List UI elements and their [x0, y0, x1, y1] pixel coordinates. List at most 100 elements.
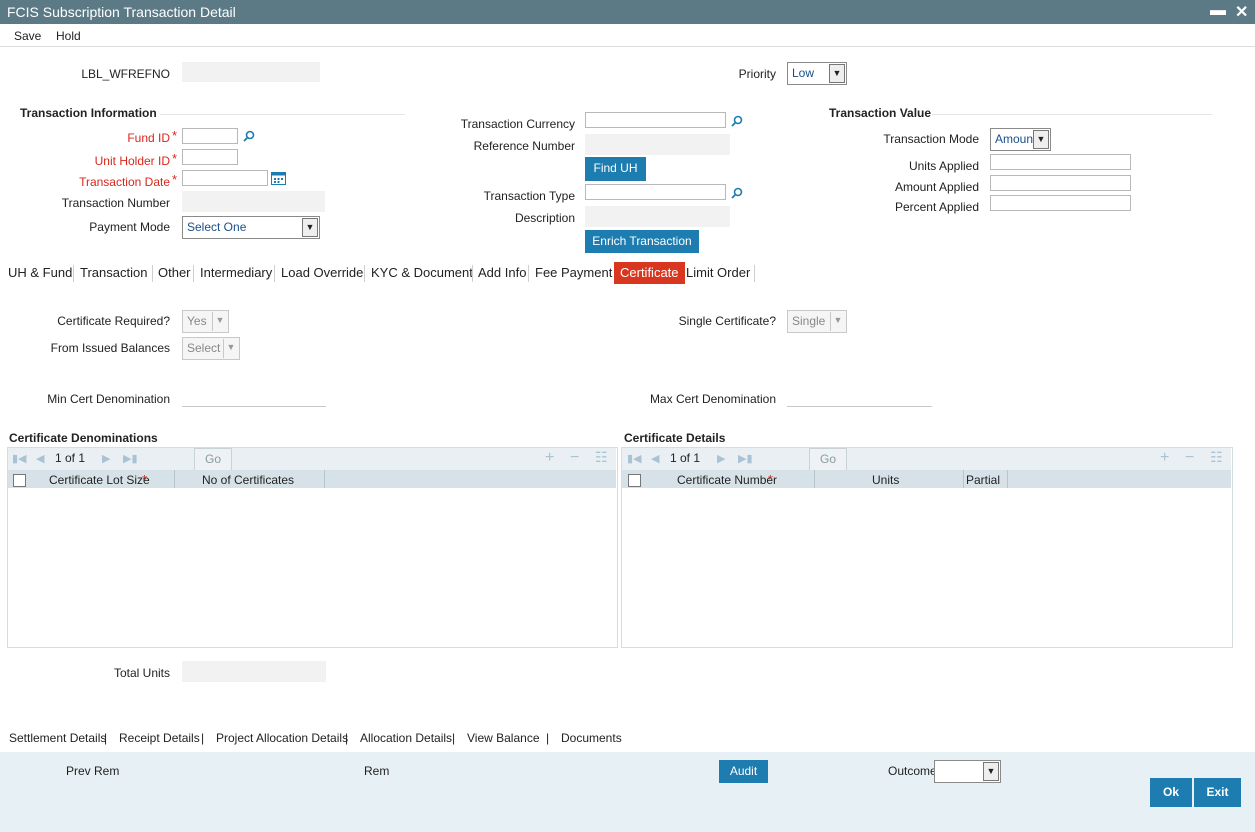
- wfrefno-label: LBL_WFREFNO: [81, 67, 170, 81]
- select-all-checkbox[interactable]: [13, 474, 26, 487]
- reference-number-label: Reference Number: [473, 139, 575, 153]
- link-view-balance[interactable]: View Balance: [467, 731, 540, 745]
- payment-mode-select[interactable]: Select One ▼: [182, 216, 320, 239]
- denominations-page-indicator: 1 of 1: [55, 451, 86, 465]
- denominations-go-button[interactable]: Go: [194, 448, 232, 471]
- enrich-transaction-button[interactable]: Enrich Transaction: [585, 230, 699, 253]
- magnifier-icon[interactable]: [731, 115, 743, 127]
- link-settlement-details[interactable]: Settlement Details: [9, 731, 106, 745]
- ok-button[interactable]: Ok: [1150, 778, 1192, 807]
- col-partial: Partial: [966, 473, 1001, 487]
- hold-menu[interactable]: Hold: [56, 29, 81, 43]
- priority-select[interactable]: Low ▼: [787, 62, 847, 85]
- menu-bar: Save Hold: [0, 24, 1255, 47]
- calendar-icon[interactable]: [271, 171, 286, 185]
- chevron-down-icon: ▼: [829, 64, 845, 83]
- details-go-button[interactable]: Go: [809, 448, 847, 471]
- tab-intermediary[interactable]: Intermediary: [200, 262, 272, 284]
- find-uh-button[interactable]: Find UH: [585, 157, 646, 181]
- next-page-icon[interactable]: ▶: [102, 452, 110, 465]
- tab-transaction[interactable]: Transaction: [80, 262, 147, 284]
- denominations-toolbar: [8, 448, 616, 470]
- fund-id-input[interactable]: [182, 128, 238, 144]
- required-mark: *: [142, 472, 148, 487]
- first-page-icon[interactable]: ▮◀: [627, 452, 642, 465]
- grid-settings-icon[interactable]: ☷: [1210, 449, 1223, 466]
- certificate-required-select[interactable]: Yes ▼: [182, 310, 229, 333]
- remove-row-icon[interactable]: −: [570, 449, 579, 467]
- audit-button[interactable]: Audit: [719, 760, 768, 783]
- link-receipt-details[interactable]: Receipt Details: [119, 731, 200, 745]
- link-separator: |: [452, 731, 456, 745]
- column-divider: [963, 470, 964, 488]
- units-applied-label: Units Applied: [908, 159, 979, 173]
- add-row-icon[interactable]: +: [1160, 449, 1169, 467]
- tab-other[interactable]: Other: [158, 262, 191, 284]
- certificate-required-value: Yes: [187, 314, 207, 328]
- outcome-select[interactable]: ▼: [934, 760, 1001, 783]
- first-page-icon[interactable]: ▮◀: [12, 452, 27, 465]
- description-label: Description: [514, 211, 575, 225]
- description-field[interactable]: [585, 206, 730, 227]
- tab-certificate[interactable]: Certificate: [614, 262, 685, 284]
- tab-fee-payment[interactable]: Fee Payment: [535, 262, 612, 284]
- last-page-icon[interactable]: ▶▮: [123, 452, 138, 465]
- reference-number-field[interactable]: [585, 134, 730, 155]
- min-cert-denomination-field[interactable]: [182, 406, 326, 407]
- window-title: FCIS Subscription Transaction Detail: [7, 4, 236, 20]
- next-page-icon[interactable]: ▶: [717, 452, 725, 465]
- single-certificate-select[interactable]: Single ▼: [787, 310, 847, 333]
- link-allocation-details[interactable]: Allocation Details: [360, 731, 452, 745]
- min-cert-denomination-label: Min Cert Denomination: [47, 392, 170, 406]
- tab-separator: [754, 265, 755, 282]
- magnifier-icon[interactable]: [243, 130, 255, 142]
- percent-applied-input[interactable]: [990, 195, 1131, 211]
- rem-label: Rem: [364, 764, 390, 778]
- grid-settings-icon[interactable]: ☷: [595, 449, 608, 466]
- remove-row-icon[interactable]: −: [1185, 449, 1194, 467]
- tab-load-override[interactable]: Load Override: [281, 262, 363, 284]
- prev-page-icon[interactable]: ◀: [651, 452, 659, 465]
- col-certificate-lot-size: Certificate Lot Size: [49, 473, 150, 487]
- last-page-icon[interactable]: ▶▮: [738, 452, 753, 465]
- total-units-field[interactable]: [182, 661, 326, 682]
- transaction-mode-select[interactable]: Amount ▼: [990, 128, 1051, 151]
- link-separator: |: [546, 731, 550, 745]
- link-documents[interactable]: Documents: [561, 731, 622, 745]
- close-icon[interactable]: ✕: [1235, 2, 1248, 22]
- tab-add-info[interactable]: Add Info: [478, 262, 526, 284]
- link-project-allocation-details[interactable]: Project Allocation Details: [216, 731, 348, 745]
- outcome-label: Outcome: [888, 764, 937, 778]
- transaction-currency-label: Transaction Currency: [460, 117, 575, 131]
- tab-kyc-document[interactable]: KYC & Document: [371, 262, 473, 284]
- tab-limit-order[interactable]: Limit Order: [686, 262, 750, 284]
- exit-button[interactable]: Exit: [1194, 778, 1241, 807]
- magnifier-icon[interactable]: [731, 187, 743, 199]
- save-menu[interactable]: Save: [14, 29, 41, 43]
- max-cert-denomination-field[interactable]: [787, 406, 932, 407]
- prev-page-icon[interactable]: ◀: [36, 452, 44, 465]
- from-issued-balances-value: Select: [187, 341, 221, 355]
- transaction-type-input[interactable]: [585, 184, 726, 200]
- transaction-mode-label: Transaction Mode: [883, 132, 979, 146]
- certificate-denominations-title: Certificate Denominations: [9, 431, 158, 445]
- minimize-icon[interactable]: ▬: [1210, 2, 1226, 20]
- section-divider: [932, 114, 1212, 115]
- transaction-date-input[interactable]: [182, 170, 268, 186]
- select-all-checkbox[interactable]: [628, 474, 641, 487]
- amount-applied-label: Amount Applied: [894, 180, 979, 194]
- chevron-down-icon: ▼: [1033, 130, 1049, 149]
- units-applied-input[interactable]: [990, 154, 1131, 170]
- add-row-icon[interactable]: +: [545, 449, 554, 467]
- from-issued-balances-label: From Issued Balances: [50, 341, 170, 355]
- priority-value: Low: [792, 66, 815, 80]
- from-issued-balances-select[interactable]: Select ▼: [182, 337, 240, 360]
- tab-separator: [274, 265, 275, 282]
- amount-applied-input[interactable]: [990, 175, 1131, 191]
- transaction-number-field[interactable]: [182, 191, 325, 212]
- transaction-currency-input[interactable]: [585, 112, 726, 128]
- unit-holder-id-input[interactable]: [182, 149, 238, 165]
- tab-separator: [193, 265, 194, 282]
- tab-uh-fund[interactable]: UH & Fund: [8, 262, 72, 284]
- wfrefno-field[interactable]: [182, 62, 320, 82]
